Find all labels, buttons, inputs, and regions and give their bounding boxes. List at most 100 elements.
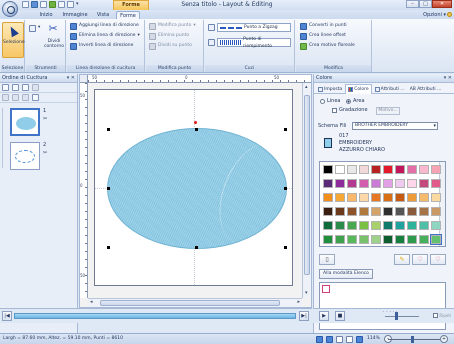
palette-color-swatch[interactable]	[383, 179, 393, 188]
application-menu-button[interactable]	[2, 1, 18, 17]
palette-color-swatch[interactable]	[431, 193, 441, 202]
palette-color-swatch[interactable]	[335, 179, 345, 188]
maximize-button[interactable]: □	[419, 0, 432, 8]
palette-scrollbar[interactable]	[439, 162, 445, 246]
palette-color-swatch[interactable]	[407, 179, 417, 188]
tool-small-1[interactable]: ▾	[29, 24, 40, 32]
tab-attributi-testo[interactable]: AB Attributi ...	[408, 84, 444, 94]
move-to-front-icon[interactable]	[22, 84, 29, 91]
zoom-slider-knob[interactable]	[411, 336, 414, 343]
palette-color-swatch[interactable]	[407, 165, 417, 174]
palette-color-swatch[interactable]	[347, 207, 357, 216]
zoom-slider[interactable]	[388, 339, 440, 340]
palette-color-swatch[interactable]	[395, 235, 405, 244]
palette-color-swatch[interactable]	[419, 221, 429, 230]
resize-handle-nw[interactable]	[107, 128, 110, 131]
resize-handle-ne[interactable]	[284, 128, 287, 131]
divide-outline-button[interactable]: Dividi contorno	[42, 22, 66, 58]
palette-color-swatch[interactable]	[323, 165, 333, 174]
split-at-point-button[interactable]: Dividi su punto	[149, 42, 192, 50]
layout-view-icon[interactable]	[2, 84, 9, 91]
palette-color-swatch[interactable]	[371, 235, 381, 244]
invert-direction-line-button[interactable]: Inverti linea di direzione	[70, 42, 133, 50]
simulator-end-button[interactable]: ▶|	[299, 311, 309, 321]
palette-color-swatch[interactable]	[383, 207, 393, 216]
resize-handle-s[interactable]	[195, 246, 198, 249]
list-mode-button[interactable]: Alla modalità Elenco	[319, 269, 373, 279]
radio-area[interactable]: Area	[346, 98, 365, 105]
design-canvas[interactable]: 50 0 50 50 0 50 ▴ ▾ ◂ ▸	[79, 74, 312, 308]
palette-color-swatch[interactable]	[323, 179, 333, 188]
embroidery-hoop-area[interactable]	[94, 89, 299, 286]
gradient-checkbox[interactable]: Gradazione	[332, 107, 368, 114]
palette-color-swatch[interactable]	[419, 179, 429, 188]
palette-color-swatch[interactable]	[323, 193, 333, 202]
palette-color-swatch[interactable]	[359, 179, 369, 188]
tab-immagine[interactable]: Immagine	[60, 11, 90, 19]
options-menu[interactable]: Opzioni ▾	[423, 11, 446, 19]
grid-toggle-icon[interactable]	[316, 336, 323, 343]
palette-color-swatch[interactable]	[359, 235, 369, 244]
palette-color-swatch[interactable]	[395, 165, 405, 174]
palette-color-swatch[interactable]	[419, 193, 429, 202]
delete-point-button[interactable]: Elimina punto	[149, 32, 189, 40]
palette-color-swatch[interactable]	[383, 235, 393, 244]
palette-color-swatch[interactable]	[395, 221, 405, 230]
zoom-in-button[interactable]: +	[440, 335, 448, 343]
motif-button[interactable]: Motivo...	[376, 107, 400, 115]
palette-color-swatch[interactable]	[347, 179, 357, 188]
edit-point-button[interactable]: Modifica punto ▾	[149, 22, 196, 30]
favorite-colors-button[interactable]: ♡	[430, 254, 446, 265]
sewing-order-panel-controls[interactable]: ▾ ✕	[67, 74, 75, 83]
fill-stitch-selector[interactable]: Punto di riempimento	[217, 37, 291, 49]
stop-button[interactable]: ■	[335, 311, 345, 321]
palette-color-swatch[interactable]	[407, 235, 417, 244]
palette-color-swatch[interactable]	[347, 235, 357, 244]
palette-color-swatch[interactable]	[430, 234, 442, 245]
palette-color-swatch[interactable]	[371, 221, 381, 230]
simulator-start-button[interactable]: |◀	[2, 311, 12, 321]
hoop-view-icon[interactable]	[326, 336, 333, 343]
tab-forme[interactable]: Forme	[116, 11, 140, 19]
palette-color-swatch[interactable]	[359, 207, 369, 216]
speed-slider[interactable]	[385, 316, 419, 317]
eyedropper-button[interactable]: ✎	[394, 254, 410, 265]
horizontal-scrollbar[interactable]: ◂ ▸	[88, 298, 302, 307]
color-panel-controls[interactable]: ▾ ✕	[444, 74, 452, 83]
color-order-swatch[interactable]	[322, 285, 330, 293]
scroll-right-icon[interactable]: ▸	[297, 299, 300, 306]
palette-color-swatch[interactable]	[323, 235, 333, 244]
palette-color-swatch[interactable]	[419, 235, 429, 244]
move-down-icon[interactable]	[12, 94, 19, 101]
palette-color-swatch[interactable]	[323, 221, 333, 230]
palette-color-swatch[interactable]	[359, 193, 369, 202]
scroll-left-icon[interactable]: ◂	[90, 299, 93, 306]
resize-handle-n[interactable]	[195, 128, 198, 131]
scroll-down-icon[interactable]: ▾	[305, 290, 308, 297]
vertical-scrollbar[interactable]: ▴ ▾	[302, 83, 311, 298]
palette-color-swatch[interactable]	[359, 221, 369, 230]
sort-color-icon[interactable]	[12, 84, 19, 91]
convert-to-stitches-button[interactable]: Converti in punti	[300, 22, 347, 30]
palette-color-swatch[interactable]	[335, 235, 345, 244]
tab-inizio[interactable]: Inizio	[36, 11, 56, 19]
sewing-order-item[interactable]: 1 ✂	[10, 108, 72, 138]
line-stitch-selector[interactable]: Punto a Zigzag	[217, 23, 291, 32]
offset-lines-button[interactable]: Crea linee offset	[300, 32, 346, 40]
add-direction-line-button[interactable]: Aggiungi linea di direzione	[70, 22, 139, 30]
close-button[interactable]: ✕	[432, 0, 452, 8]
palette-color-swatch[interactable]	[335, 221, 345, 230]
zoom-fit-icon[interactable]	[356, 336, 363, 343]
palette-color-swatch[interactable]	[419, 165, 429, 174]
resize-handle-sw[interactable]	[107, 246, 110, 249]
move-up-icon[interactable]	[2, 94, 9, 101]
resize-handle-w[interactable]	[107, 187, 110, 190]
help-icon[interactable]	[447, 12, 452, 17]
thread-list-button[interactable]: ▯	[319, 254, 335, 265]
palette-color-swatch[interactable]	[431, 179, 441, 188]
palette-color-swatch[interactable]	[419, 207, 429, 216]
tab-vista[interactable]: Vista	[94, 11, 112, 19]
floral-motif-button[interactable]: Crea motivo floreale	[300, 42, 355, 50]
palette-color-swatch[interactable]	[395, 179, 405, 188]
palette-color-swatch[interactable]	[407, 221, 417, 230]
